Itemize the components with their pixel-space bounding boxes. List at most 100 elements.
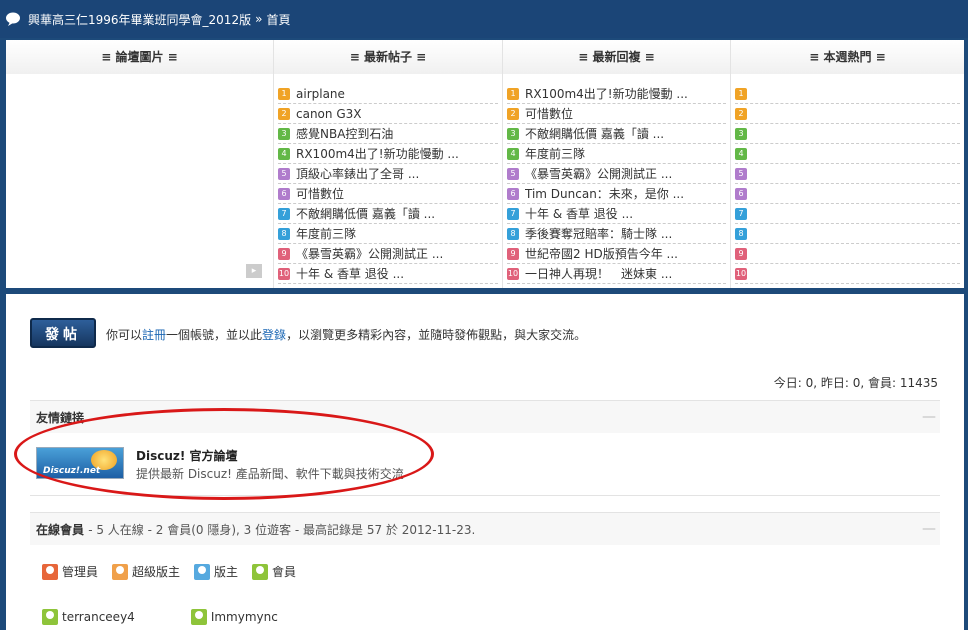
tab-latest-posts[interactable]: ≡ 最新帖子 ≡ bbox=[274, 40, 503, 74]
latest-replies-column: 1 RX100m4出了!新功能慢動 ... 2 可惜數位 3 不敵網購低價 嘉義「讀 ..… bbox=[503, 74, 731, 288]
register-tip-mid: 一個帳號，並以此 bbox=[166, 328, 263, 342]
legend-super-mod: 超級版主 bbox=[112, 563, 180, 580]
tab-weekly-hot[interactable]: ≡ 本週熱門 ≡ bbox=[731, 40, 964, 74]
list-item[interactable]: 8 季後賽奪冠賠率：騎士隊 ... bbox=[507, 224, 726, 244]
list-item[interactable]: 4 年度前三隊 bbox=[507, 144, 726, 164]
list-item[interactable]: 5 頂級心率錶出了全哥 ... bbox=[278, 164, 498, 184]
thread-title[interactable]: airplane bbox=[296, 87, 345, 101]
legend-mod: 版主 bbox=[194, 563, 238, 580]
rank-badge-icon: 7 bbox=[278, 207, 290, 220]
rank-badge-icon: 2 bbox=[735, 107, 747, 120]
logo-label: Discuz!.net bbox=[43, 466, 101, 476]
list-item: 5 bbox=[735, 164, 960, 184]
list-item: 3 bbox=[735, 124, 960, 144]
thread-title[interactable]: 頂級心率錶出了全哥 ... bbox=[296, 165, 419, 182]
list-item[interactable]: 7 不敵網購低價 嘉義「讀 ... bbox=[278, 204, 498, 224]
rank-badge-icon: 9 bbox=[278, 247, 290, 260]
list-item[interactable]: 3 不敵網購低價 嘉義「讀 ... bbox=[507, 124, 726, 144]
rank-badge-icon: 5 bbox=[507, 167, 519, 180]
online-member[interactable]: Immymync bbox=[190, 609, 278, 625]
thread-title[interactable]: 感覺NBA控到石油 bbox=[296, 125, 393, 142]
breadcrumb-site[interactable]: 興華高三仁1996年畢業班同學會_2012版 bbox=[28, 11, 251, 28]
forum-stats: 今日: 0, 昨日: 0, 會員: 11435 bbox=[773, 376, 938, 390]
legend-member: 會員 bbox=[252, 563, 296, 580]
rank-badge-icon: 5 bbox=[278, 167, 290, 180]
list-item[interactable]: 10 十年 & 香草 退役 ... bbox=[278, 264, 498, 284]
thread-title[interactable]: 不敵網購低價 嘉義「讀 ... bbox=[296, 205, 435, 222]
weekly-hot-column: 1 2 3 4 5 6 7 8 9 10 bbox=[731, 74, 964, 288]
rank-badge-icon: 4 bbox=[507, 147, 519, 160]
top-bar: 興華高三仁1996年畢業班同學會_2012版 » 首頁 bbox=[0, 0, 968, 38]
slide-next-icon[interactable]: ▸ bbox=[246, 264, 262, 278]
member-legend: 管理員 超級版主 版主 會員 bbox=[42, 563, 296, 580]
list-item: 6 bbox=[735, 184, 960, 204]
member-user-icon bbox=[252, 563, 269, 580]
thread-title[interactable]: 《暴雪英霸》公開測試正 ... bbox=[525, 165, 672, 182]
list-item[interactable]: 1 airplane bbox=[278, 84, 498, 104]
thread-title[interactable]: 可惜數位 bbox=[525, 105, 573, 122]
thread-title[interactable]: 年度前三隊 bbox=[525, 145, 585, 162]
list-item[interactable]: 4 RX100m4出了!新功能慢動 ... bbox=[278, 144, 498, 164]
list-item: 9 bbox=[735, 244, 960, 264]
list-item[interactable]: 9 世紀帝國2 HD版預告今年 ... bbox=[507, 244, 726, 264]
list-item[interactable]: 9 《暴雪英霸》公開測試正 ... bbox=[278, 244, 498, 264]
thread-title[interactable]: 世紀帝國2 HD版預告今年 ... bbox=[525, 245, 678, 262]
collapse-icon[interactable]: — bbox=[922, 409, 936, 425]
rank-badge-icon: 7 bbox=[507, 207, 519, 220]
discuz-logo[interactable]: Discuz!.net bbox=[36, 447, 124, 479]
thread-title[interactable]: 十年 & 香草 退役 ... bbox=[296, 265, 404, 282]
member-name[interactable]: Immymync bbox=[211, 610, 278, 624]
list-item[interactable]: 8 年度前三隊 bbox=[278, 224, 498, 244]
admin-user-icon bbox=[42, 563, 58, 580]
legend-admin: 管理員 bbox=[42, 563, 98, 580]
thread-title[interactable]: Tim Duncan：未來，是你 ... bbox=[525, 185, 684, 202]
rank-badge-icon: 8 bbox=[735, 227, 747, 240]
list-item[interactable]: 7 十年 & 香草 退役 ... bbox=[507, 204, 726, 224]
collapse-icon[interactable]: — bbox=[922, 521, 936, 537]
thread-title[interactable]: 季後賽奪冠賠率：騎士隊 ... bbox=[525, 225, 672, 242]
list-item[interactable]: 2 可惜數位 bbox=[507, 104, 726, 124]
register-tip: 你可以註冊一個帳號，並以此登錄，以瀏覽更多精彩內容，並隨時發佈觀點，與大家交流。 bbox=[106, 326, 586, 343]
thread-title[interactable]: 不敵網購低價 嘉義「讀 ... bbox=[525, 125, 664, 142]
list-item[interactable]: 10 一日神人再現！ 迷妹東 ... bbox=[507, 264, 726, 284]
tab-forum-pictures[interactable]: ≡ 論壇圖片 ≡ bbox=[6, 40, 274, 74]
new-post-button[interactable]: 發帖 bbox=[30, 318, 96, 348]
rank-badge-icon: 6 bbox=[735, 187, 747, 200]
rank-badge-icon: 10 bbox=[507, 267, 519, 280]
online-members-header: 在線會員 - 5 人在線 - 2 會員(0 隱身), 3 位遊客 - 最高記錄是… bbox=[30, 513, 940, 545]
friend-links-header: 友情鏈接 — bbox=[30, 401, 940, 433]
rank-badge-icon: 8 bbox=[507, 227, 519, 240]
thread-title[interactable]: 《暴雪英霸》公開測試正 ... bbox=[296, 245, 443, 262]
list-item: 1 bbox=[735, 84, 960, 104]
list-item: 4 bbox=[735, 144, 960, 164]
list-item[interactable]: 6 Tim Duncan：未來，是你 ... bbox=[507, 184, 726, 204]
forum-pictures-column: ▸ bbox=[6, 74, 274, 288]
thread-title[interactable]: 十年 & 香草 退役 ... bbox=[525, 205, 633, 222]
list-item[interactable]: 1 RX100m4出了!新功能慢動 ... bbox=[507, 84, 726, 104]
list-item[interactable]: 2 canon G3X bbox=[278, 104, 498, 124]
register-link[interactable]: 註冊 bbox=[142, 328, 166, 342]
online-title[interactable]: 在線會員 bbox=[36, 521, 84, 538]
thread-title[interactable]: RX100m4出了!新功能慢動 ... bbox=[296, 145, 459, 162]
member-user-icon bbox=[42, 609, 58, 625]
thread-title[interactable]: RX100m4出了!新功能慢動 ... bbox=[525, 85, 688, 102]
link-site-name[interactable]: Discuz! 官方論壇 bbox=[136, 447, 238, 464]
rank-badge-icon: 6 bbox=[507, 187, 519, 200]
login-link[interactable]: 登錄 bbox=[262, 328, 286, 342]
thread-title[interactable]: 一日神人再現！ 迷妹東 ... bbox=[525, 265, 672, 282]
portal-headers: ≡ 論壇圖片 ≡ ≡ 最新帖子 ≡ ≡ 最新回複 ≡ ≡ 本週熱門 ≡ bbox=[6, 40, 964, 74]
thread-title[interactable]: 年度前三隊 bbox=[296, 225, 356, 242]
list-item[interactable]: 3 感覺NBA控到石油 bbox=[278, 124, 498, 144]
legend-member-label: 會員 bbox=[272, 565, 297, 579]
list-item: 2 bbox=[735, 104, 960, 124]
list-item[interactable]: 5 《暴雪英霸》公開測試正 ... bbox=[507, 164, 726, 184]
register-tip-post: ，以瀏覽更多精彩內容，並隨時發佈觀點，與大家交流。 bbox=[286, 328, 587, 342]
online-member[interactable]: terranceey4 bbox=[42, 609, 135, 625]
link-site-desc: 提供最新 Discuz! 產品新聞、軟件下載與技術交流 bbox=[136, 467, 404, 481]
thread-title[interactable]: canon G3X bbox=[296, 107, 361, 121]
thread-title[interactable]: 可惜數位 bbox=[296, 185, 344, 202]
rank-badge-icon: 2 bbox=[278, 107, 290, 120]
tab-latest-replies[interactable]: ≡ 最新回複 ≡ bbox=[503, 40, 731, 74]
member-name[interactable]: terranceey4 bbox=[62, 610, 135, 624]
list-item[interactable]: 6 可惜數位 bbox=[278, 184, 498, 204]
